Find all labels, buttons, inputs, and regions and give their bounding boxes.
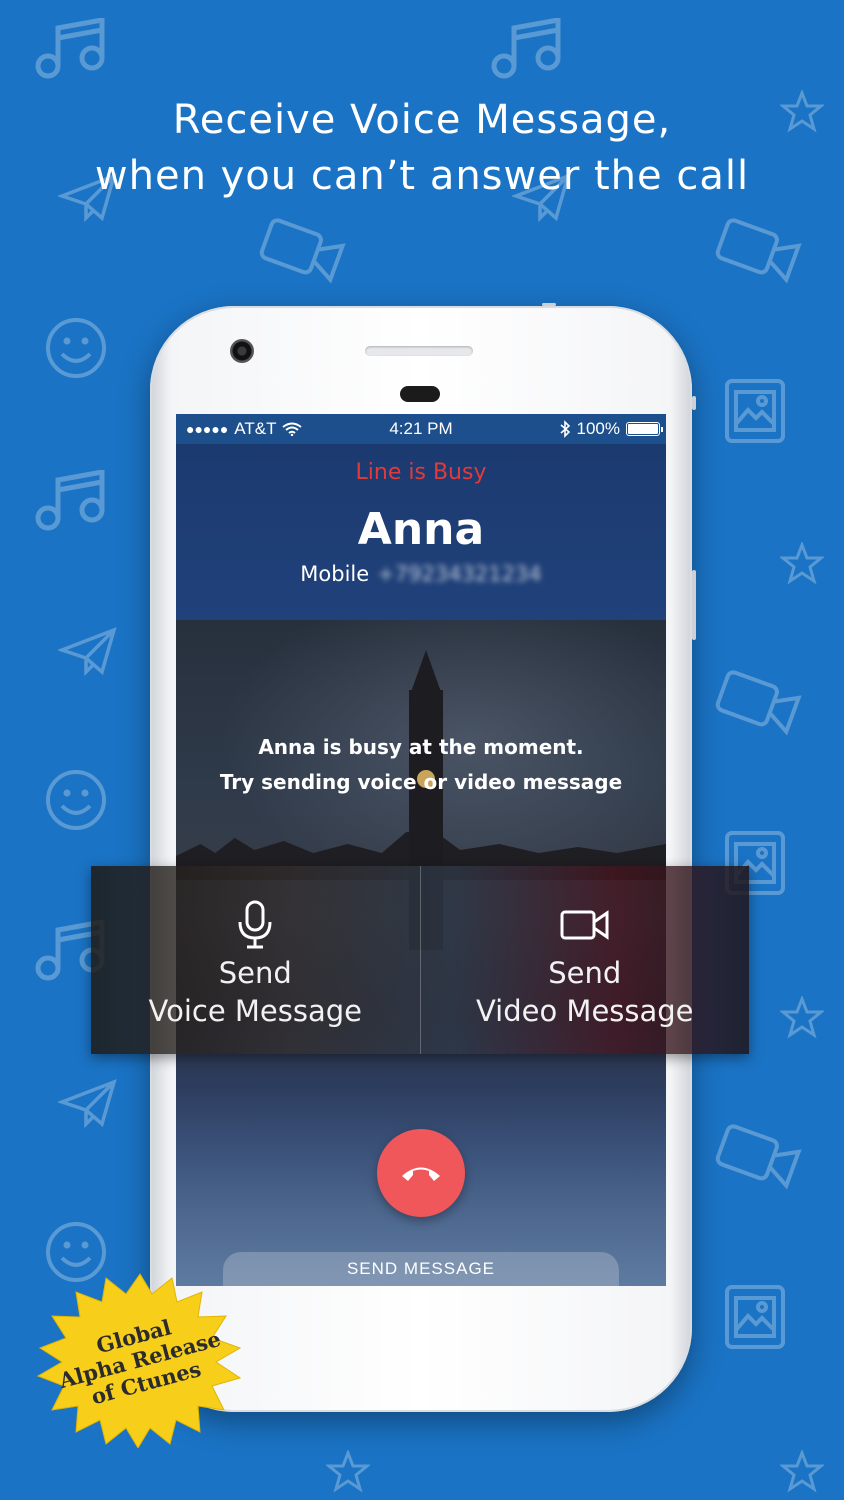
send-message-button[interactable]: SEND MESSAGE xyxy=(223,1252,619,1286)
music-note-icon xyxy=(35,470,105,531)
voice-action-line-1: Send xyxy=(218,956,292,990)
smiley-icon xyxy=(46,770,106,830)
message-actions: Send Voice Message Send Video Message xyxy=(91,866,749,1054)
end-call-button[interactable] xyxy=(377,1129,465,1217)
star-icon xyxy=(780,1450,824,1493)
star-icon xyxy=(780,542,824,585)
video-camera-bg-icon xyxy=(259,218,346,284)
caller-name: Anna xyxy=(357,504,485,555)
headline-line-2: when you can’t answer the call xyxy=(94,153,750,199)
caller-number: +79234321234 xyxy=(377,562,542,586)
call-status: Line is Busy xyxy=(355,460,487,485)
status-bar: ●●●●● AT&T 4:21 PM 100% xyxy=(176,414,666,444)
headline-line-1: Receive Voice Message, xyxy=(172,97,672,143)
phone-speaker xyxy=(365,346,473,356)
volume-button xyxy=(692,570,696,640)
promo-headline: Receive Voice Message, when you can’t an… xyxy=(0,92,844,204)
busy-message-line-1: Anna is busy at the moment. xyxy=(258,735,584,759)
voice-action-line-2: Voice Message xyxy=(148,994,363,1028)
top-button xyxy=(542,303,556,306)
send-video-message-button[interactable]: Send Video Message xyxy=(419,866,750,1054)
video-camera-icon xyxy=(560,910,609,940)
video-camera-bg-icon xyxy=(715,1124,802,1190)
number-type: Mobile xyxy=(300,562,370,586)
smiley-icon xyxy=(46,318,106,378)
call-header: Line is Busy Anna Mobile +79234321234 xyxy=(176,444,666,620)
battery-percent: 100% xyxy=(576,419,620,438)
battery-icon xyxy=(626,422,663,436)
video-action-line-2: Video Message xyxy=(475,994,694,1028)
bluetooth-icon xyxy=(559,420,570,438)
caller-number-row: Mobile +79234321234 xyxy=(176,562,666,586)
battery-fill xyxy=(628,424,658,434)
busy-message-line-2: Try sending voice or video message xyxy=(219,770,623,794)
music-note-icon xyxy=(35,18,105,79)
star-icon xyxy=(780,996,824,1039)
star-icon xyxy=(326,1450,370,1493)
busy-message: Anna is busy at the moment. Try sending … xyxy=(176,730,666,800)
end-call-icon xyxy=(402,1167,440,1181)
phone-earpiece xyxy=(400,386,440,402)
music-note-icon xyxy=(491,18,561,79)
video-camera-bg-icon xyxy=(715,218,802,284)
paper-plane-icon xyxy=(58,1079,117,1128)
image-icon xyxy=(725,1285,785,1349)
paper-plane-icon xyxy=(58,627,117,676)
send-voice-message-button[interactable]: Send Voice Message xyxy=(91,866,420,1054)
video-action-line-1: Send xyxy=(548,956,622,990)
video-camera-bg-icon xyxy=(715,670,802,736)
microphone-icon xyxy=(238,900,272,949)
image-icon xyxy=(725,379,785,443)
front-camera xyxy=(230,339,254,363)
side-button xyxy=(692,396,696,410)
